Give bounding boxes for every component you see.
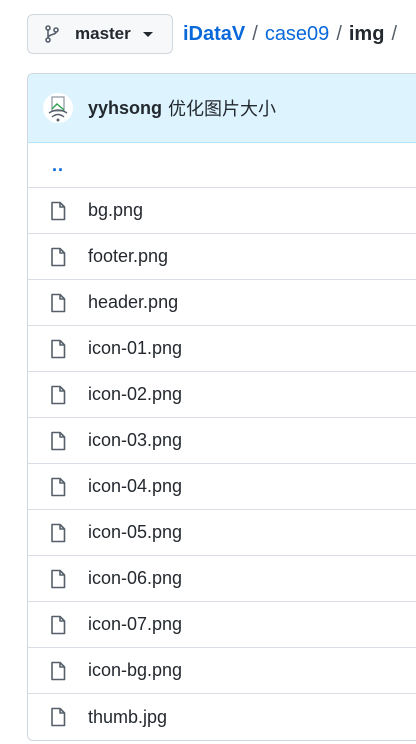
breadcrumb-separator: / (336, 23, 342, 45)
file-name-link[interactable]: icon-02.png (88, 384, 182, 405)
file-row[interactable]: icon-01.png (28, 326, 416, 372)
file-row[interactable]: icon-05.png (28, 510, 416, 556)
breadcrumb-current-folder: img (348, 23, 385, 45)
branch-name: master (75, 24, 131, 43)
commit-author-link[interactable]: yyhsong (88, 98, 162, 119)
parent-directory-link[interactable]: .. (52, 155, 64, 176)
breadcrumb: iDataV / case09 / img / (183, 23, 404, 46)
file-row[interactable]: icon-06.png (28, 556, 416, 602)
file-name-link[interactable]: icon-06.png (88, 568, 182, 589)
file-row[interactable]: thumb.jpg (28, 694, 416, 740)
file-icon (50, 615, 66, 635)
file-icon (50, 201, 66, 221)
file-name-link[interactable]: icon-07.png (88, 614, 182, 635)
file-icon (50, 339, 66, 359)
file-row[interactable]: footer.png (28, 234, 416, 280)
repo-header: master iDataV / case09 / img / (0, 0, 416, 70)
branch-selector-button[interactable]: master (27, 14, 173, 54)
file-row[interactable]: icon-02.png (28, 372, 416, 418)
file-name-link[interactable]: footer.png (88, 246, 168, 267)
file-list-box: yyhsong 优化图片大小 .. bg.png footer.png head… (27, 73, 416, 741)
parent-directory-row[interactable]: .. (28, 143, 416, 188)
chevron-down-icon (142, 31, 153, 37)
file-name-link[interactable]: header.png (88, 292, 178, 313)
latest-commit-bar: yyhsong 优化图片大小 (28, 74, 416, 143)
file-row[interactable]: bg.png (28, 188, 416, 234)
file-icon (50, 477, 66, 497)
git-branch-icon (44, 25, 60, 43)
file-icon (50, 293, 66, 313)
file-name-link[interactable]: icon-04.png (88, 476, 182, 497)
file-row[interactable]: icon-07.png (28, 602, 416, 648)
file-icon (50, 707, 66, 727)
file-icon (50, 523, 66, 543)
file-icon (50, 569, 66, 589)
file-rows: bg.png footer.png header.png icon-01.png (28, 188, 416, 740)
breadcrumb-separator: / (252, 23, 258, 45)
file-row[interactable]: icon-04.png (28, 464, 416, 510)
file-icon (50, 661, 66, 681)
file-name-link[interactable]: icon-03.png (88, 430, 182, 451)
file-row[interactable]: header.png (28, 280, 416, 326)
file-row[interactable]: icon-bg.png (28, 648, 416, 694)
file-name-link[interactable]: icon-01.png (88, 338, 182, 359)
file-name-link[interactable]: thumb.jpg (88, 707, 167, 728)
breadcrumb-repo-link[interactable]: iDataV (183, 23, 245, 46)
file-row[interactable]: icon-03.png (28, 418, 416, 464)
avatar-icon[interactable] (43, 93, 73, 123)
file-icon (50, 247, 66, 267)
file-name-link[interactable]: icon-05.png (88, 522, 182, 543)
file-name-link[interactable]: bg.png (88, 200, 143, 221)
breadcrumb-separator: / (391, 23, 397, 45)
file-icon (50, 431, 66, 451)
commit-message-link[interactable]: 优化图片大小 (168, 95, 276, 121)
file-name-link[interactable]: icon-bg.png (88, 660, 182, 681)
breadcrumb-folder-link[interactable]: case09 (265, 23, 330, 46)
file-icon (50, 385, 66, 405)
